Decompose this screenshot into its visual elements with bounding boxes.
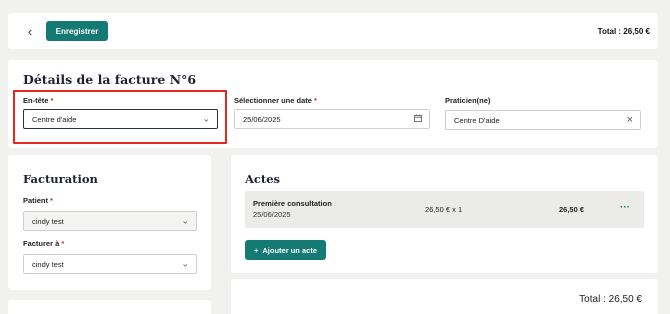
bill-to-field-label: Facturer à * [23,239,65,248]
secondary-card [8,300,211,314]
practitioner-field-label: Praticien(ne) [445,96,491,105]
plus-icon: + [254,245,259,255]
billing-card: Facturation Patient * cindy test ⌄ Factu… [8,155,211,290]
close-icon[interactable]: × [627,114,633,126]
invoice-details-title: Détails de la facture N°6 [23,72,197,87]
bill-to-select-value: cindy test [32,259,64,269]
acts-card: Actes Première consultation 25/06/2025 2… [231,155,658,273]
back-button[interactable]: ‹ [20,21,40,41]
act-row: Première consultation 25/06/2025 26,50 €… [245,191,644,228]
chevron-down-icon: ⌄ [181,215,189,226]
highlight-box [13,90,227,144]
chevron-left-icon: ‹ [27,23,33,39]
header-total: Total : 26,50 € [597,27,650,36]
calendar-icon[interactable] [414,114,422,124]
patient-select-value: cindy test [32,216,64,226]
bill-to-select[interactable]: cindy test ⌄ [23,254,197,274]
date-input-value: 25/06/2025 [243,114,281,124]
patient-field-label: Patient * [23,196,54,205]
patient-select[interactable]: cindy test ⌄ [23,211,197,231]
act-price: 26,50 € [559,205,585,214]
practitioner-select-value: Centre D'aide [454,115,500,125]
date-input[interactable]: 25/06/2025 [234,109,430,129]
practitioner-select[interactable]: Centre D'aide × [445,110,641,130]
total-card: Total : 26,50 € [231,279,658,314]
save-button[interactable]: Enregistrer [46,21,108,41]
date-field-label: Sélectionner une date * [234,96,317,105]
act-quantity: 26,50 € x 1 [425,205,463,214]
top-bar: ‹ Enregistrer Total : 26,50 € [8,13,658,49]
billing-title: Facturation [23,172,98,186]
add-act-label: Ajouter un acte [262,245,317,255]
act-date: 25/06/2025 [253,210,291,219]
more-options-icon[interactable]: ··· [620,202,630,213]
act-name: Première consultation [253,199,332,208]
chevron-down-icon: ⌄ [181,258,189,269]
invoice-total: Total : 26,50 € [579,294,642,305]
acts-title: Actes [245,172,281,186]
add-act-button[interactable]: + Ajouter un acte [245,240,326,260]
